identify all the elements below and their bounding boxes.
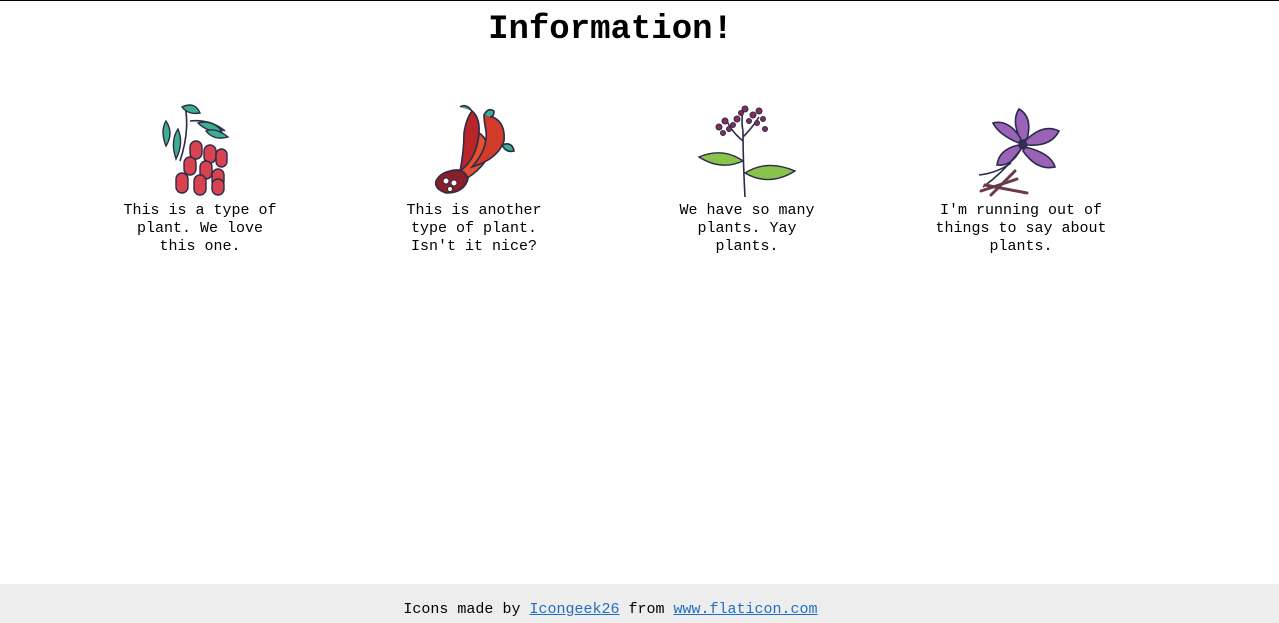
plant-card-2: This is another type of plant. Isn't it … [374, 101, 574, 256]
plant-card-4-caption: I'm running out of things to say about p… [935, 202, 1107, 255]
goji-berry-plant-icon [162, 104, 230, 196]
plant-card-4: I'm running out of things to say about p… [921, 101, 1121, 256]
purple-flower-icon [978, 107, 1061, 197]
attribution: Icons made by Icongeek26 from www.flatic… [0, 601, 1221, 619]
attribution-middle: from [628, 601, 665, 618]
page-title: Information! [488, 11, 733, 49]
flowering-herb-icon [697, 105, 797, 198]
flaticon-link[interactable]: www.flaticon.com [674, 601, 818, 618]
plant-card-3-caption: We have so many plants. Yay plants. [679, 202, 815, 255]
footer: Icons made by Icongeek26 from www.flatic… [0, 584, 1279, 623]
plant-card-3: We have so many plants. Yay plants. [647, 101, 847, 256]
plant-card-1: This is a type of plant. We love this on… [100, 101, 300, 256]
attribution-prefix: Icons made by [403, 601, 521, 618]
author-link[interactable]: Icongeek26 [529, 601, 619, 618]
chili-pepper-icon [434, 104, 515, 194]
plant-card-1-caption: This is a type of plant. We love this on… [123, 202, 277, 255]
plant-card-2-caption: This is another type of plant. Isn't it … [406, 202, 542, 255]
